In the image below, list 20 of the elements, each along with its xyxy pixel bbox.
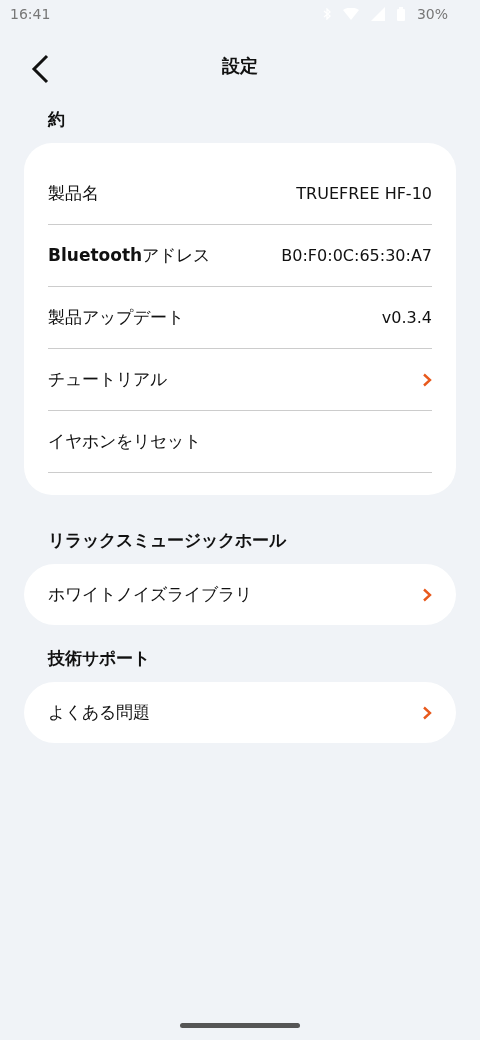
row-label: Bluetoothアドレス [48, 244, 212, 267]
row-label: 製品アップデート [48, 306, 185, 329]
row-label: 製品名 [48, 182, 100, 205]
menu-item[interactable]: よくある問題 [48, 682, 432, 743]
row-value: TRUEFREE HF-10 [296, 184, 432, 203]
row-value: B0:F0:0C:65:30:A7 [281, 246, 432, 265]
battery-level: 30% [416, 6, 448, 22]
back-icon [30, 54, 50, 84]
page-title: 設定 [222, 54, 258, 78]
menu-item[interactable]: イヤホンをリセット [48, 411, 432, 473]
status-time: 16:41 [10, 6, 51, 22]
section-title: 約 [46, 108, 66, 131]
chevron-right-icon [422, 587, 432, 602]
menu-item[interactable]: ホワイトノイズライブラリ [48, 564, 432, 625]
chevron-right-icon [422, 372, 432, 387]
menu-item[interactable]: チュートリアル [48, 349, 432, 411]
section-title: 技術サポート [46, 647, 151, 670]
section-title: リラックスミュージックホール [47, 529, 288, 552]
row-value: v0.3.4 [381, 308, 432, 327]
chevron-right-icon [422, 705, 432, 720]
